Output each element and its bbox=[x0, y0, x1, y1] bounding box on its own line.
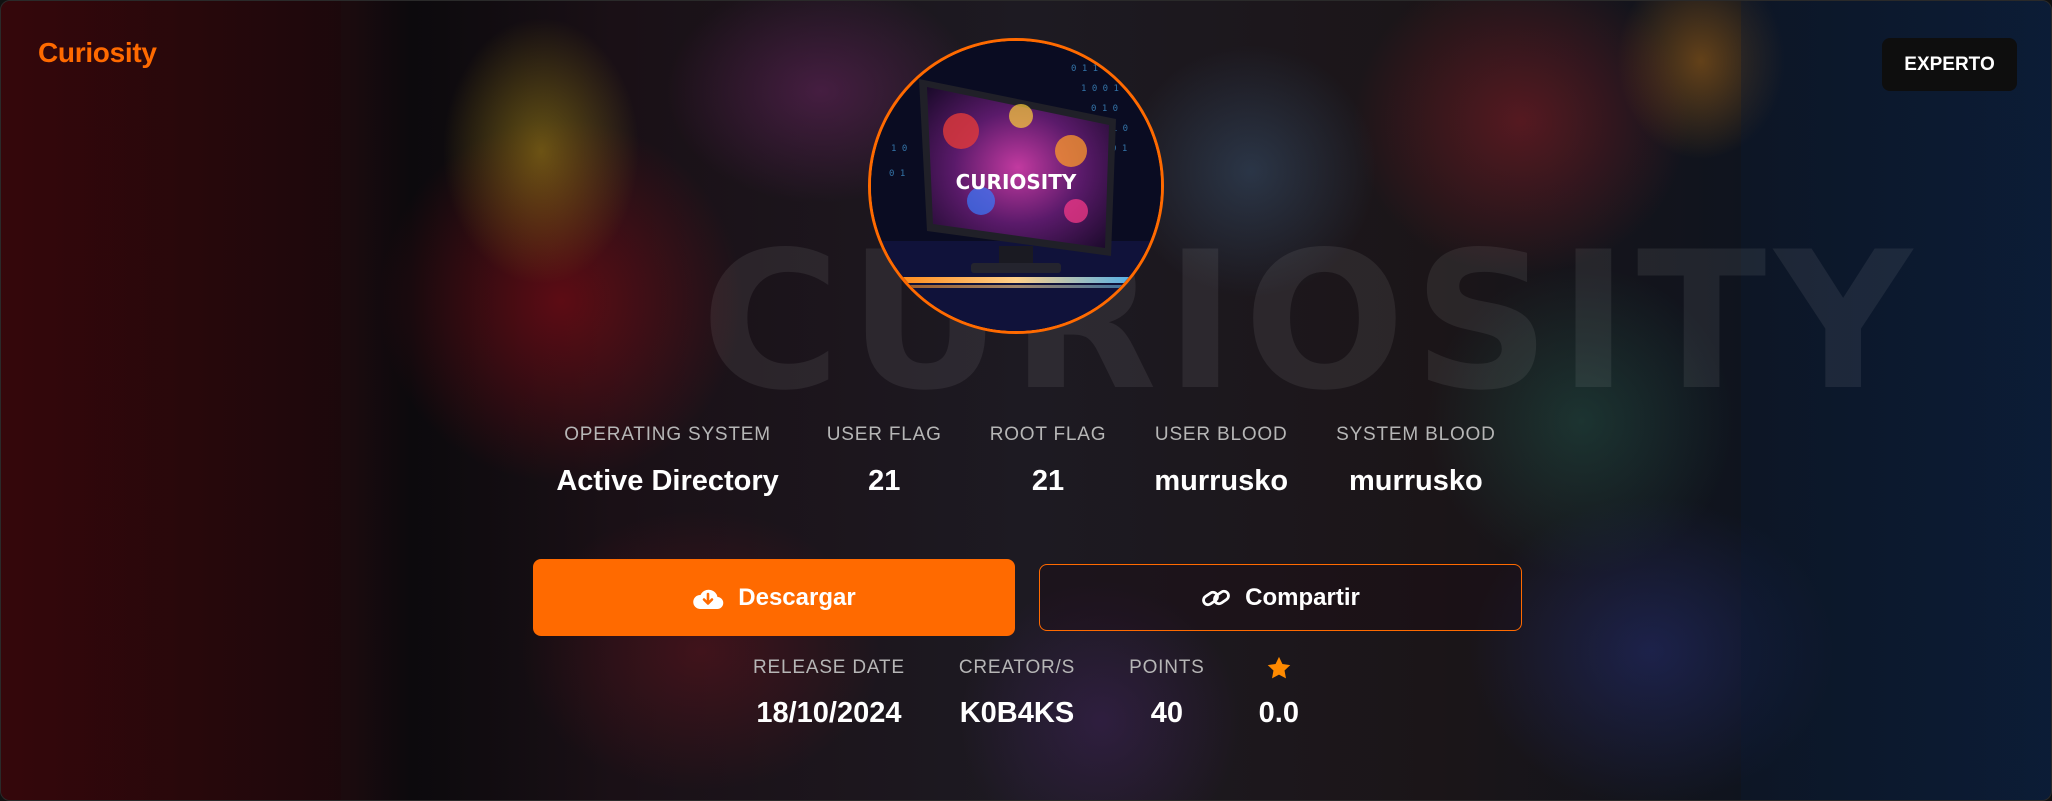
stat-label bbox=[1264, 656, 1294, 680]
machine-card: CURIOSITY Curiosity EXPERTO 0 1 1 0 1 0 … bbox=[0, 0, 2052, 801]
stat-points: POINTS 40 bbox=[1129, 656, 1205, 730]
download-button-label: Descargar bbox=[738, 583, 856, 611]
stat-value: Active Directory bbox=[556, 465, 779, 497]
svg-text:1 0 0 1: 1 0 0 1 bbox=[1081, 84, 1119, 94]
svg-text:0 1: 0 1 bbox=[889, 169, 905, 179]
stat-value: 40 bbox=[1150, 697, 1183, 729]
stat-label: SYSTEM BLOOD bbox=[1336, 424, 1496, 445]
cloud-download-icon bbox=[693, 589, 724, 609]
difficulty-badge: EXPERTO bbox=[1882, 38, 2017, 91]
share-button[interactable]: Compartir bbox=[1039, 564, 1522, 631]
link-icon bbox=[1202, 589, 1231, 606]
stat-user-blood: USER BLOOD murrusko bbox=[1154, 423, 1288, 498]
svg-text:0 1 1 0: 0 1 1 0 bbox=[1071, 64, 1109, 74]
stat-label: USER BLOOD bbox=[1154, 424, 1288, 445]
download-button[interactable]: Descargar bbox=[533, 559, 1015, 636]
stat-label: RELEASE DATE bbox=[753, 657, 905, 678]
stat-release-date: RELEASE DATE 18/10/2024 bbox=[753, 656, 905, 730]
stat-rating: 0.0 bbox=[1259, 656, 1299, 730]
machine-stats-primary: OPERATING SYSTEM Active Directory USER F… bbox=[1, 423, 2051, 498]
share-button-label: Compartir bbox=[1245, 583, 1360, 611]
machine-avatar: 0 1 1 0 1 0 0 1 0 1 0 1 1 0 0 1 1 0 0 1 … bbox=[868, 38, 1164, 334]
stat-label: POINTS bbox=[1129, 657, 1205, 678]
avatar-illustration: 0 1 1 0 1 0 0 1 0 1 0 1 1 0 0 1 1 0 0 1 … bbox=[871, 41, 1161, 331]
stat-value: 0.0 bbox=[1258, 697, 1299, 729]
machine-stats-secondary: RELEASE DATE 18/10/2024 CREATOR/S K0B4KS… bbox=[1, 656, 2051, 730]
stat-operating-system: OPERATING SYSTEM Active Directory bbox=[556, 423, 778, 498]
stat-label: CREATOR/S bbox=[958, 657, 1076, 678]
stat-creators: CREATOR/S K0B4KS bbox=[959, 656, 1075, 730]
stat-root-flag: ROOT FLAG 21 bbox=[990, 423, 1107, 498]
stat-value: murrusko bbox=[1348, 465, 1483, 497]
machine-title: Curiosity bbox=[38, 37, 157, 68]
avatar-caption: CURIOSITY bbox=[956, 170, 1077, 194]
stat-value: 21 bbox=[868, 465, 901, 497]
stat-value: K0B4KS bbox=[959, 697, 1075, 729]
stat-value: 18/10/2024 bbox=[756, 697, 902, 729]
stat-system-blood: SYSTEM BLOOD murrusko bbox=[1336, 423, 1496, 498]
stat-label: OPERATING SYSTEM bbox=[564, 424, 771, 445]
stat-label: ROOT FLAG bbox=[989, 424, 1107, 445]
star-icon bbox=[1267, 656, 1291, 679]
svg-text:0 1 0: 0 1 0 bbox=[1091, 104, 1118, 114]
svg-text:1 0: 1 0 bbox=[891, 144, 907, 154]
stat-label: USER FLAG bbox=[826, 424, 942, 445]
stat-value: murrusko bbox=[1154, 465, 1289, 497]
stat-value: 21 bbox=[1031, 465, 1065, 497]
stat-user-flag: USER FLAG 21 bbox=[827, 423, 942, 498]
